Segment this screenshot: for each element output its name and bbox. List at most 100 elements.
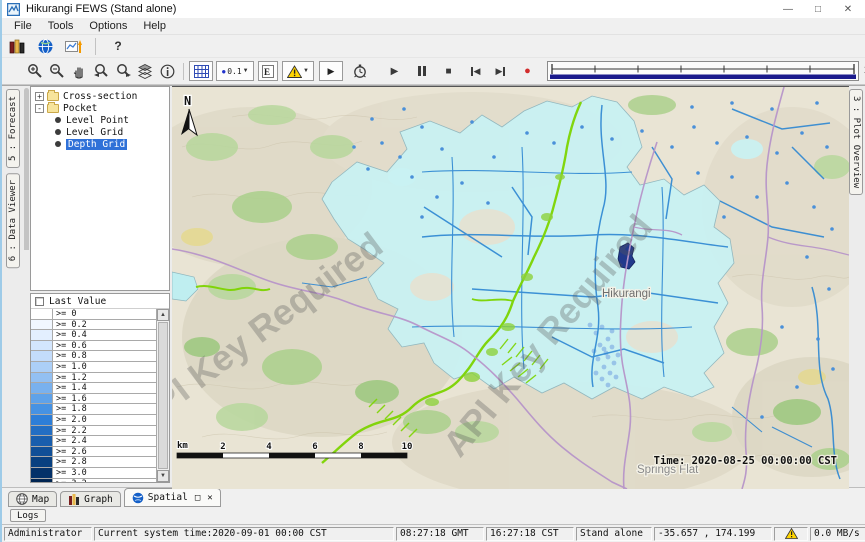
legend-row[interactable]: >= 2.4 xyxy=(31,436,156,447)
pause-button[interactable] xyxy=(412,60,431,82)
tab-spatial[interactable]: Spatial □ ✕ xyxy=(124,488,221,507)
record-button[interactable]: ● xyxy=(518,60,537,82)
legend-value-label: >= 0.8 xyxy=(53,351,156,361)
zoom-out-icon xyxy=(49,63,65,79)
legend-row[interactable]: >= 3.0 xyxy=(31,468,156,479)
tree-item-pocket[interactable]: - Pocket xyxy=(31,102,169,114)
logs-row: Logs xyxy=(2,507,865,524)
main-area: 5 : Forecast 6 : Data Viewer + Cross-sec… xyxy=(2,85,865,487)
tree-item-level-grid[interactable]: Level Grid xyxy=(31,126,169,138)
zoom-next-button[interactable] xyxy=(112,60,134,82)
labels-toggle-button[interactable]: E xyxy=(258,61,278,81)
zoom-out-button[interactable] xyxy=(46,60,68,82)
collapse-icon[interactable]: - xyxy=(35,104,44,113)
chart-arrow-icon xyxy=(65,39,82,54)
legend-row[interactable]: >= 2.0 xyxy=(31,415,156,426)
tab-spatial-label: Spatial xyxy=(148,492,188,503)
zoom-previous-icon xyxy=(93,63,110,79)
tab-map[interactable]: Map xyxy=(8,491,57,507)
timeseries-display-button[interactable] xyxy=(62,35,84,57)
legend-row[interactable]: >= 3.2 xyxy=(31,479,156,483)
map-display-button[interactable] xyxy=(34,35,56,57)
tree-item-depth-grid[interactable]: Depth Grid xyxy=(31,138,169,150)
go-to-start-button[interactable]: ◀ xyxy=(466,60,485,82)
logs-tab[interactable]: Logs xyxy=(10,509,46,522)
panel-splitter[interactable] xyxy=(24,88,29,250)
scroll-up-icon[interactable]: ▲ xyxy=(157,309,169,321)
last-value-checkbox[interactable] xyxy=(35,297,44,306)
menu-help[interactable]: Help xyxy=(135,19,174,33)
expand-icon[interactable]: + xyxy=(35,92,44,101)
legend-row[interactable]: >= 1.0 xyxy=(31,362,156,373)
class-threshold-dropdown[interactable]: ● 0.1 ▼ xyxy=(216,61,254,81)
legend-row[interactable]: >= 0.2 xyxy=(31,320,156,331)
thresholds-dropdown[interactable]: ▼ xyxy=(282,61,314,81)
panel-close-icon[interactable]: ✕ xyxy=(207,493,212,503)
legend-color-swatch xyxy=(31,447,53,457)
legend-row[interactable]: >= 0.6 xyxy=(31,341,156,352)
info-button[interactable] xyxy=(156,60,178,82)
north-label: N xyxy=(184,94,191,108)
legend-row[interactable]: >= 0.4 xyxy=(31,330,156,341)
skip-to-start-icon: ◀ xyxy=(471,66,481,77)
zoom-previous-button[interactable] xyxy=(90,60,112,82)
map-time-overlay: Time: 2020-08-25 00:00:00 CST xyxy=(654,455,837,467)
legend-scrollbar[interactable]: ▲ ▼ xyxy=(156,309,169,482)
play-button[interactable]: ▶ xyxy=(385,60,404,82)
stop-button[interactable]: ■ xyxy=(439,60,458,82)
status-system-time: Current system time:2020-09-01 00:00 CST xyxy=(94,527,394,541)
legend-row[interactable]: >= 1.4 xyxy=(31,383,156,394)
status-warning[interactable] xyxy=(774,527,808,541)
maximize-button[interactable]: □ xyxy=(803,0,833,18)
legend-value-label: >= 3.2 xyxy=(53,479,156,483)
help-button[interactable]: ? xyxy=(107,35,129,57)
tab-forecast[interactable]: 5 : Forecast xyxy=(6,89,20,168)
animation-panel-button[interactable]: ▶ xyxy=(319,61,343,81)
info-icon xyxy=(160,64,175,79)
legend-value-label: >= 2.8 xyxy=(53,457,156,467)
menu-file[interactable]: File xyxy=(6,19,40,33)
legend-color-swatch xyxy=(31,362,53,372)
legend-row[interactable]: >= 0.8 xyxy=(31,351,156,362)
scale-tick-label: 2 xyxy=(220,442,225,452)
panel-maximize-icon[interactable]: □ xyxy=(195,493,200,503)
globe-icon xyxy=(38,39,53,54)
tab-graph[interactable]: Graph xyxy=(60,491,121,507)
tree-item-cross-section[interactable]: + Cross-section xyxy=(31,90,169,102)
legend-row[interactable]: >= 2.6 xyxy=(31,447,156,458)
time-slider[interactable] xyxy=(547,61,859,81)
animation-settings-button[interactable] xyxy=(349,60,371,82)
grid-display-button[interactable] xyxy=(189,61,213,81)
close-button[interactable]: ✕ xyxy=(833,0,863,18)
scroll-down-icon[interactable]: ▼ xyxy=(157,470,169,482)
scrollbar-thumb[interactable] xyxy=(158,322,168,469)
menu-tools[interactable]: Tools xyxy=(40,19,82,33)
tree-item-level-point[interactable]: Level Point xyxy=(31,114,169,126)
tab-plot-overview[interactable]: 3 : Plot Overview xyxy=(849,89,863,195)
app-window: Hikurangi FEWS (Stand alone) — □ ✕ FileT… xyxy=(0,0,865,542)
minimize-button[interactable]: — xyxy=(773,0,803,18)
legend-color-swatch xyxy=(31,436,53,446)
status-bar: Administrator Current system time:2020-0… xyxy=(2,524,865,542)
legend-row[interactable]: >= 2.8 xyxy=(31,457,156,468)
legend-row[interactable]: >= 0 xyxy=(31,309,156,320)
tab-data-viewer[interactable]: 6 : Data Viewer xyxy=(6,173,20,268)
skip-to-end-icon: ▶ xyxy=(496,66,506,77)
legend-value-label: >= 0 xyxy=(53,309,156,319)
legend-row[interactable]: >= 2.2 xyxy=(31,426,156,437)
legend-value-label: >= 1.6 xyxy=(53,394,156,404)
pan-button[interactable] xyxy=(68,60,90,82)
menu-options[interactable]: Options xyxy=(81,19,135,33)
legend-value-label: >= 2.2 xyxy=(53,426,156,436)
database-display-button[interactable] xyxy=(6,35,28,57)
legend-row[interactable]: >= 1.2 xyxy=(31,373,156,384)
layers-button[interactable] xyxy=(134,60,156,82)
svg-text:E: E xyxy=(264,67,270,77)
toolbar-separator xyxy=(183,63,184,80)
zoom-in-button[interactable] xyxy=(24,60,46,82)
legend-row[interactable]: >= 1.6 xyxy=(31,394,156,405)
legend-list: >= 0>= 0.2>= 0.4>= 0.6>= 0.8>= 1.0>= 1.2… xyxy=(31,309,156,482)
go-to-end-button[interactable]: ▶ xyxy=(491,60,510,82)
legend-row[interactable]: >= 1.8 xyxy=(31,404,156,415)
map-view[interactable]: API Key Required API Key Required Hikura… xyxy=(172,86,849,488)
